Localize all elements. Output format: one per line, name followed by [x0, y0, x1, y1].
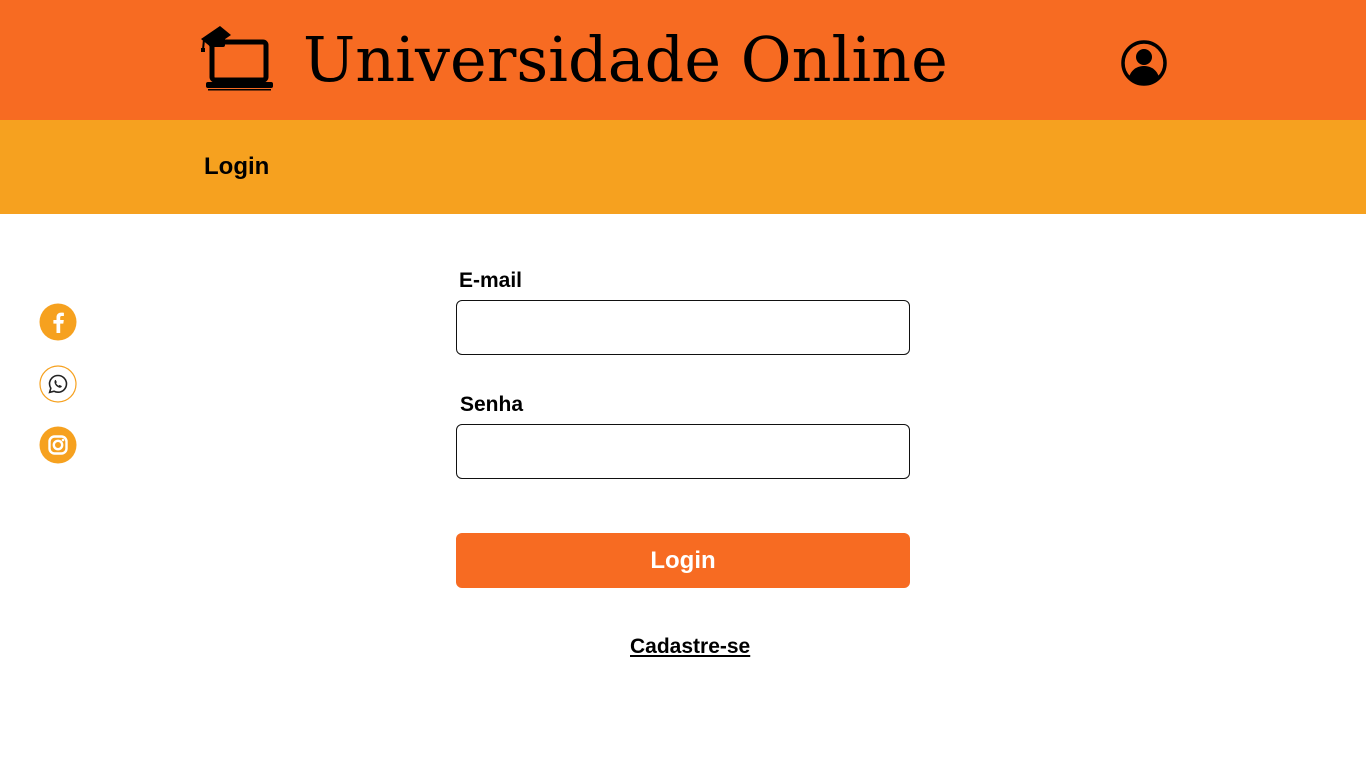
- facebook-icon[interactable]: [39, 303, 77, 341]
- email-field[interactable]: [456, 300, 910, 355]
- whatsapp-icon[interactable]: [39, 365, 77, 403]
- signup-link[interactable]: Cadastre-se: [630, 634, 750, 660]
- instagram-icon[interactable]: [39, 426, 77, 464]
- laptop-graduation-cap-icon: [198, 22, 278, 92]
- email-label: E-mail: [459, 269, 523, 292]
- site-title: Universidade Online: [303, 23, 948, 96]
- login-button[interactable]: Login: [456, 533, 910, 588]
- password-label: Senha: [460, 393, 524, 416]
- page-title: Login: [204, 153, 270, 180]
- password-field[interactable]: [456, 424, 910, 479]
- top-header: Universidade Online: [0, 0, 1366, 120]
- user-account-icon[interactable]: [1119, 38, 1169, 88]
